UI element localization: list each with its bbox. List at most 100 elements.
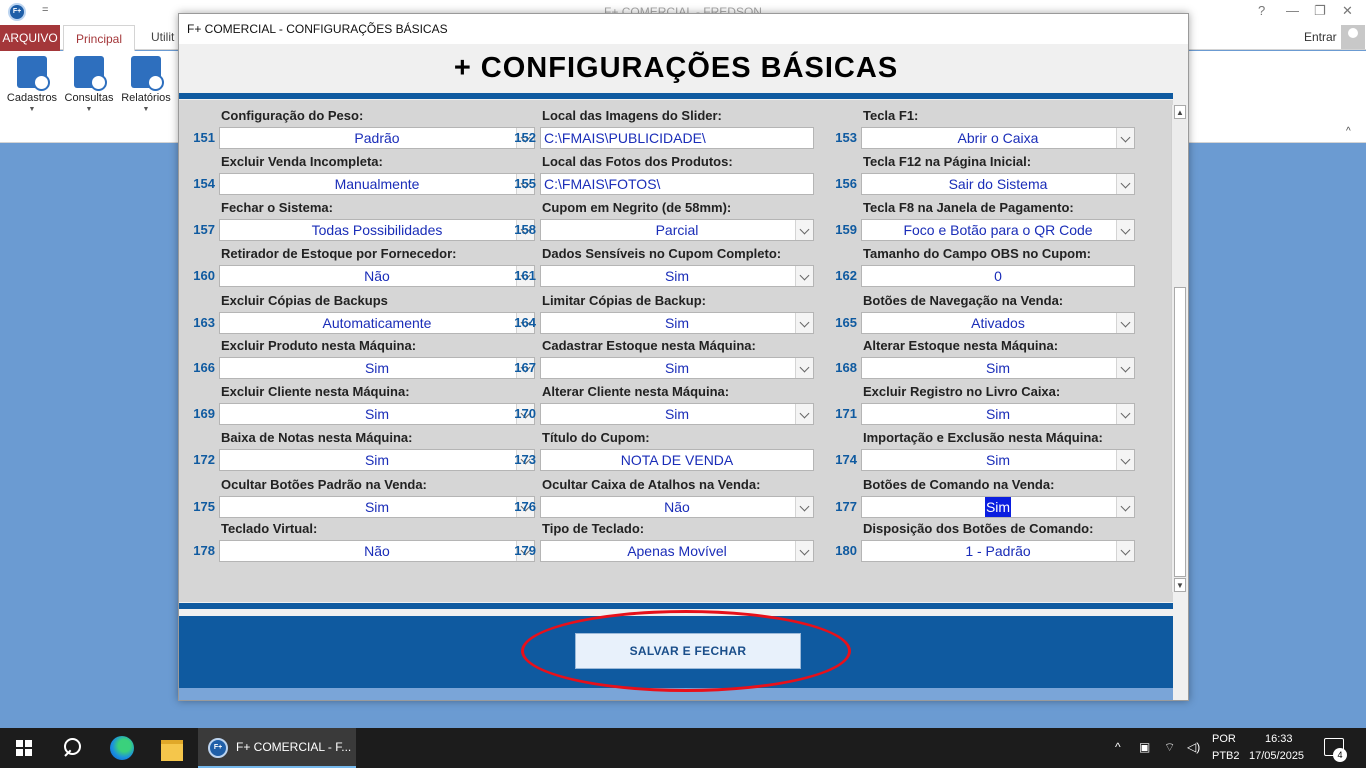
setting-number: 167 <box>514 360 536 375</box>
setting-value: Sim <box>664 360 690 376</box>
setting-input[interactable]: C:\FMAIS\FOTOS\ <box>540 173 814 195</box>
relatorios-button[interactable]: Relatórios ▼ <box>119 56 173 113</box>
keyboard-layout[interactable]: PTB2 <box>1212 750 1240 762</box>
setting-value: 0 <box>994 268 1002 284</box>
setting-value: Sim <box>364 360 390 376</box>
setting-label: Ocultar Caixa de Atalhos na Venda: <box>542 477 761 492</box>
setting-select[interactable]: Sair do Sistema <box>861 173 1135 195</box>
setting-select[interactable]: Não <box>219 265 535 287</box>
tray-chevron-icon[interactable]: ^ <box>1115 740 1121 754</box>
setting-input[interactable]: NOTA DE VENDA <box>540 449 814 471</box>
setting-select[interactable]: 1 - Padrão <box>861 540 1135 562</box>
chevron-down-icon[interactable] <box>1116 450 1134 470</box>
setting-value: Padrão <box>354 130 400 146</box>
setting-number: 179 <box>514 543 536 558</box>
setting-number: 156 <box>835 176 857 191</box>
setting-select[interactable]: Sim <box>219 449 535 471</box>
setting-select[interactable]: Ativados <box>861 312 1135 334</box>
windows-start-icon[interactable] <box>0 728 48 768</box>
chevron-down-icon[interactable] <box>1116 358 1134 378</box>
setting-select[interactable]: Sim <box>219 357 535 379</box>
setting-select[interactable]: Sim <box>219 403 535 425</box>
minimize-icon[interactable]: — <box>1286 3 1299 18</box>
scroll-down-icon[interactable]: ▼ <box>1174 578 1186 592</box>
collapse-ribbon-icon[interactable]: ^ <box>1346 126 1351 137</box>
setting-value: Sim <box>984 497 1012 517</box>
consultas-button[interactable]: Consultas ▼ <box>62 56 116 113</box>
wifi-icon[interactable]: ⌔ <box>1164 740 1175 755</box>
setting-input[interactable]: C:\FMAIS\PUBLICIDADE\ <box>540 127 814 149</box>
chevron-down-icon[interactable] <box>795 220 813 240</box>
setting-label: Excluir Venda Incompleta: <box>221 154 383 169</box>
setting-value: Sim <box>664 315 690 331</box>
setting-select[interactable]: Sim <box>540 357 814 379</box>
setting-select[interactable]: Parcial <box>540 219 814 241</box>
close-icon[interactable]: ✕ <box>1342 3 1353 19</box>
setting-label: Tecla F1: <box>863 108 919 123</box>
network-icon[interactable]: ▣ <box>1139 740 1150 754</box>
consultas-icon <box>74 56 107 91</box>
vertical-scrollbar[interactable]: ▲ ▼ <box>1171 105 1187 592</box>
setting-select[interactable]: Apenas Movível <box>540 540 814 562</box>
taskbar-app-label: F+ COMERCIAL - F... <box>236 740 352 754</box>
clock-time[interactable]: 16:33 <box>1265 733 1293 745</box>
setting-select[interactable]: Não <box>540 496 814 518</box>
setting-label: Cadastrar Estoque nesta Máquina: <box>542 338 756 353</box>
setting-select[interactable]: Sim <box>219 496 535 518</box>
setting-select[interactable]: Todas Possibilidades <box>219 219 535 241</box>
setting-number: 171 <box>835 406 857 421</box>
setting-select[interactable]: Foco e Botão para o QR Code <box>861 219 1135 241</box>
chevron-down-icon[interactable] <box>1116 220 1134 240</box>
highlight-ellipse <box>521 610 851 692</box>
search-icon[interactable] <box>48 728 96 768</box>
setting-select[interactable]: Abrir o Caixa <box>861 127 1135 149</box>
avatar[interactable] <box>1341 25 1365 49</box>
chevron-down-icon[interactable] <box>795 541 813 561</box>
setting-input[interactable]: 0 <box>861 265 1135 287</box>
setting-label: Alterar Cliente nesta Máquina: <box>542 384 730 399</box>
setting-select[interactable]: Sim <box>861 403 1135 425</box>
language-indicator[interactable]: POR <box>1212 733 1236 745</box>
chevron-down-icon[interactable] <box>1116 174 1134 194</box>
chevron-down-icon[interactable] <box>1116 541 1134 561</box>
setting-label: Alterar Estoque nesta Máquina: <box>863 338 1059 353</box>
restore-icon[interactable]: ❐ <box>1314 3 1326 19</box>
chevron-down-icon[interactable] <box>795 497 813 517</box>
setting-select[interactable]: Sim <box>861 496 1135 518</box>
chevron-down-icon[interactable] <box>795 266 813 286</box>
chevron-down-icon[interactable] <box>795 358 813 378</box>
setting-select[interactable]: Padrão <box>219 127 535 149</box>
signin-link[interactable]: Entrar <box>1304 30 1337 44</box>
clock-date[interactable]: 17/05/2025 <box>1249 750 1304 762</box>
chevron-down-icon: ▼ <box>85 106 93 113</box>
chevron-down-icon[interactable] <box>1116 404 1134 424</box>
tab-principal[interactable]: Principal <box>63 25 135 52</box>
setting-select[interactable]: Sim <box>540 265 814 287</box>
setting-select[interactable]: Sim <box>861 449 1135 471</box>
chevron-down-icon[interactable] <box>795 313 813 333</box>
chevron-down-icon[interactable] <box>1116 497 1134 517</box>
chevron-down-icon[interactable] <box>795 404 813 424</box>
chevron-down-icon[interactable] <box>1116 128 1134 148</box>
edge-browser-icon[interactable] <box>98 728 146 768</box>
tab-arquivo[interactable]: ARQUIVO <box>0 25 60 51</box>
help-icon[interactable]: ? <box>1258 3 1265 18</box>
setting-label: Botões de Navegação na Venda: <box>863 293 1064 308</box>
setting-select[interactable]: Manualmente <box>219 173 535 195</box>
setting-select[interactable]: Sim <box>861 357 1135 379</box>
tab-utilitarios[interactable]: Utilit <box>151 30 174 44</box>
cadastros-button[interactable]: Cadastros ▼ <box>5 56 59 113</box>
setting-label: Excluir Produto nesta Máquina: <box>221 338 417 353</box>
setting-value: Sim <box>364 406 390 422</box>
scroll-thumb[interactable] <box>1174 287 1186 577</box>
taskbar-active-app[interactable]: F+ F+ COMERCIAL - F... <box>198 728 356 768</box>
setting-select[interactable]: Sim <box>540 403 814 425</box>
setting-select[interactable]: Automaticamente <box>219 312 535 334</box>
setting-select[interactable]: Sim <box>540 312 814 334</box>
chevron-down-icon[interactable] <box>1116 313 1134 333</box>
setting-select[interactable]: Não <box>219 540 535 562</box>
file-explorer-icon[interactable] <box>148 728 196 768</box>
scroll-up-icon[interactable]: ▲ <box>1174 105 1186 119</box>
volume-icon[interactable]: ◁) <box>1187 740 1200 754</box>
setting-number: 170 <box>514 406 536 421</box>
